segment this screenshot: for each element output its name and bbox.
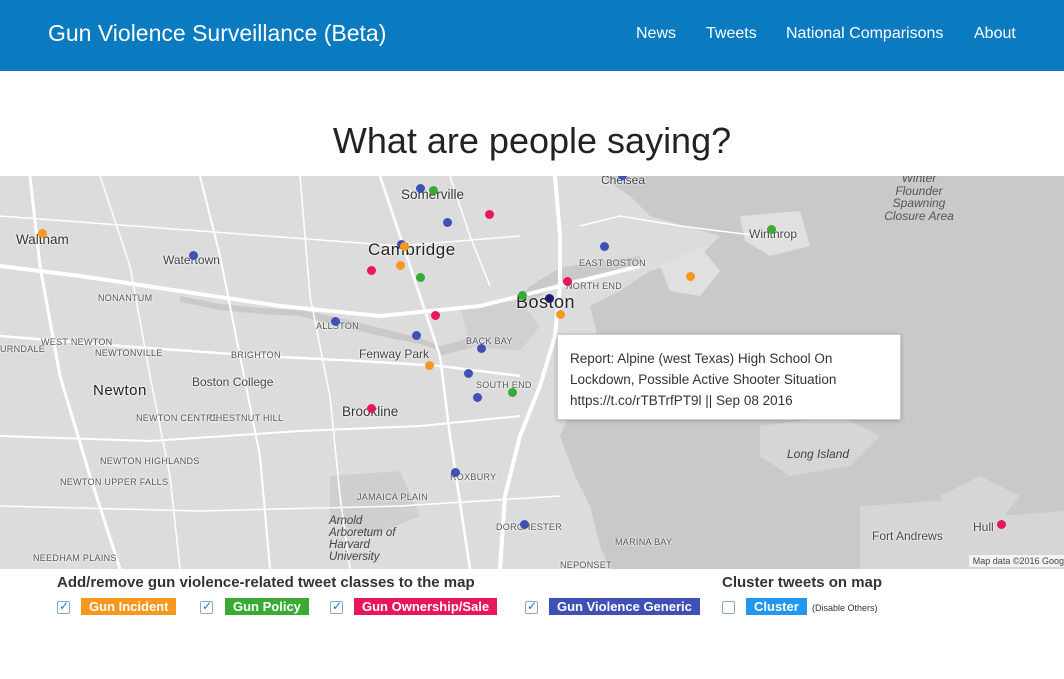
- gun-incident-label[interactable]: Gun Incident: [81, 598, 177, 615]
- tweet-marker-ownership[interactable]: [366, 403, 376, 413]
- tweet-marker-ownership[interactable]: [996, 519, 1006, 529]
- place-north-end: NORTH END: [566, 281, 623, 291]
- map-attribution[interactable]: Map data ©2016 Goog: [968, 555, 1064, 567]
- place-newton-upper-falls: NEWTON UPPER FALLS: [60, 477, 169, 487]
- place-brighton: BRIGHTON: [231, 350, 281, 360]
- tweet-marker-incident[interactable]: [555, 309, 565, 319]
- place-dorchester: DORCHESTER: [496, 522, 563, 532]
- navbar: Gun Violence Surveillance (Beta) News Tw…: [0, 0, 1064, 71]
- gun-policy-checkbox[interactable]: [200, 599, 213, 614]
- classes-section-title: Add/remove gun violence-related tweet cl…: [57, 574, 475, 591]
- tweet-marker-policy[interactable]: [517, 290, 527, 300]
- tweet-marker-generic[interactable]: [442, 217, 452, 227]
- tweet-marker-generic[interactable]: [330, 316, 340, 326]
- tweet-marker-generic[interactable]: [411, 330, 421, 340]
- cluster-label[interactable]: Cluster: [746, 598, 807, 615]
- place-west-newton: WEST NEWTON: [41, 337, 113, 347]
- place-winter-flounder: Winter Flounder Spawning Closure Area: [884, 176, 954, 223]
- tweet-popup: Report: Alpine (west Texas) High School …: [557, 334, 901, 420]
- gun-ownership-sale-checkbox[interactable]: [330, 599, 343, 614]
- place-south-end: SOUTH END: [476, 380, 532, 390]
- place-nonantum: NONANTUM: [98, 293, 153, 303]
- place-newton: Newton: [93, 382, 147, 399]
- place-neponset: NEPONSET: [560, 560, 612, 569]
- tweet-marker-policy[interactable]: [766, 224, 776, 234]
- tweet-marker-ownership[interactable]: [562, 276, 572, 286]
- place-long-island: Long Island: [787, 447, 850, 461]
- tweet-marker-generic[interactable]: [476, 343, 486, 353]
- tweet-marker-ownership[interactable]: [430, 310, 440, 320]
- gun-ownership-sale-label[interactable]: Gun Ownership/Sale: [354, 598, 498, 615]
- place-marina-bay: MARINA BAY: [615, 537, 673, 547]
- place-east-boston: EAST BOSTON: [579, 258, 646, 268]
- brand-title[interactable]: Gun Violence Surveillance (Beta): [48, 20, 386, 47]
- nav-tweets[interactable]: Tweets: [706, 25, 757, 43]
- place-back-bay: BACK BAY: [466, 336, 513, 346]
- nav-news[interactable]: News: [636, 25, 676, 43]
- tweet-marker-highlight[interactable]: [544, 293, 554, 303]
- place-newton-centre: NEWTON CENTRE: [136, 413, 220, 423]
- tweet-marker-generic[interactable]: [617, 176, 627, 180]
- cluster-section-title: Cluster tweets on map: [722, 574, 883, 591]
- tweet-marker-policy[interactable]: [428, 185, 438, 195]
- place-hull: Hull: [973, 520, 994, 534]
- tweet-marker-generic[interactable]: [415, 183, 425, 193]
- tweet-map[interactable]: Chelsea Somerville Waltham Watertown Cam…: [0, 176, 1064, 569]
- tweet-marker-generic[interactable]: [463, 368, 473, 378]
- place-newtonville: NEWTONVILLE: [95, 348, 163, 358]
- place-boston-college: Boston College: [192, 375, 274, 389]
- gun-incident-checkbox[interactable]: [57, 599, 70, 614]
- gun-violence-generic-label[interactable]: Gun Violence Generic: [549, 598, 700, 615]
- tweet-marker-policy[interactable]: [507, 387, 517, 397]
- tweet-marker-generic[interactable]: [519, 519, 529, 529]
- gun-policy-label[interactable]: Gun Policy: [225, 598, 309, 615]
- place-cambridge: Cambridge: [368, 240, 456, 259]
- popup-line-1: Report: Alpine (west Texas) High School …: [570, 351, 833, 366]
- nav-national-comparisons[interactable]: National Comparisons: [786, 25, 943, 43]
- tweet-marker-generic[interactable]: [188, 250, 198, 260]
- popup-line-2: Lockdown, Possible Active Shooter Situat…: [570, 372, 837, 387]
- nav-about[interactable]: About: [974, 25, 1016, 43]
- place-needham-plains: NEEDHAM PLAINS: [33, 553, 117, 563]
- tweet-marker-generic[interactable]: [450, 467, 460, 477]
- map-basemap: [0, 176, 1064, 569]
- tweet-marker-incident[interactable]: [399, 241, 409, 251]
- tweet-marker-ownership[interactable]: [484, 209, 494, 219]
- cluster-note: (Disable Others): [812, 603, 878, 613]
- popup-line-3[interactable]: https://t.co/rTBTrfPT9l || Sep 08 2016: [570, 390, 888, 411]
- cluster-checkbox[interactable]: [722, 601, 735, 614]
- place-newton-highlands: NEWTON HIGHLANDS: [100, 456, 200, 466]
- tweet-marker-policy[interactable]: [415, 272, 425, 282]
- place-chestnut-hill: CHESTNUT HILL: [209, 413, 284, 423]
- tweet-marker-incident[interactable]: [37, 228, 47, 238]
- place-fenway-park: Fenway Park: [359, 347, 430, 361]
- page-title: What are people saying?: [332, 120, 732, 161]
- tweet-marker-incident[interactable]: [424, 360, 434, 370]
- place-fort-andrews: Fort Andrews: [872, 529, 943, 543]
- place-jamaica-plain: JAMAICA PLAIN: [357, 492, 428, 502]
- tweet-marker-incident[interactable]: [395, 260, 405, 270]
- gun-violence-generic-checkbox[interactable]: [525, 599, 538, 614]
- place-urndale: URNDALE: [0, 344, 46, 354]
- tweet-marker-ownership[interactable]: [366, 265, 376, 275]
- tweet-marker-generic[interactable]: [599, 241, 609, 251]
- tweet-marker-incident[interactable]: [685, 271, 695, 281]
- place-arnold-arboretum: Arnold Arboretum of Harvard University: [329, 515, 396, 563]
- tweet-marker-generic[interactable]: [472, 392, 482, 402]
